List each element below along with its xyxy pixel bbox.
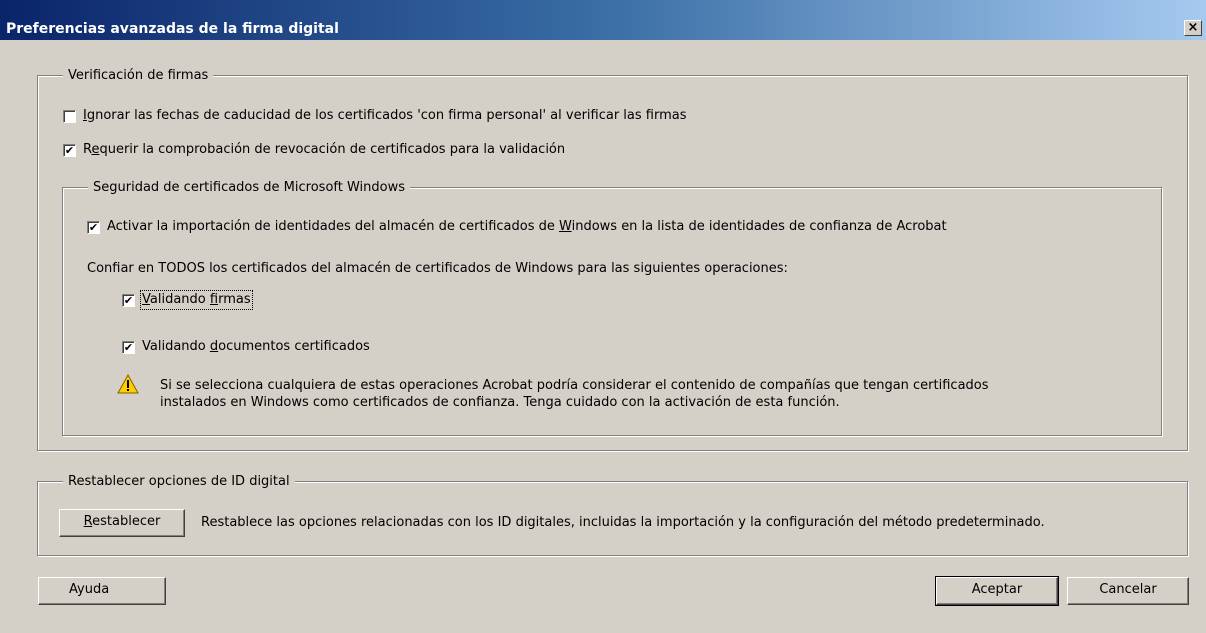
warning-text: Si se selecciona cualquiera de estas ope… (160, 377, 1160, 411)
validating-documents-check[interactable]: ✔ (122, 340, 135, 354)
require-revocation-check[interactable]: ✔ (63, 143, 76, 157)
require-revocation-checkbox[interactable]: ✔ Requerir la comprobación de revocación… (63, 142, 565, 158)
help-button[interactable]: Ayuda (38, 577, 166, 605)
import-identities-checkbox[interactable]: ✔ Activar la importación de identidades … (87, 219, 947, 235)
ignore-expiry-text: gnorar las fechas de caducidad de los ce… (86, 108, 687, 123)
ignore-expiry-check[interactable] (63, 109, 76, 123)
windows-security-legend: Seguridad de certificados de Microsoft W… (88, 180, 410, 196)
ignore-expiry-label: Ignorar las fechas de caducidad de los c… (83, 108, 687, 124)
validating-documents-label: Validando documentos certificados (142, 339, 370, 355)
validating-signatures-mnemonic2: f (209, 292, 219, 307)
reset-button-text: establecer (92, 514, 161, 529)
cancel-button[interactable]: Cancelar (1067, 577, 1189, 605)
validating-signatures-text: irmas (218, 292, 251, 307)
validating-documents-mnemonic: d (209, 339, 219, 354)
import-identities-check[interactable]: ✔ (87, 220, 100, 234)
validating-documents-checkbox[interactable]: ✔ Validando documentos certificados (122, 339, 370, 355)
validating-documents-pre: Validando (142, 339, 210, 354)
validating-signatures-mid: alidando (149, 292, 210, 307)
validating-signatures-label: Validando firmas (140, 290, 253, 310)
reset-legend: Restablecer opciones de ID digital (63, 474, 295, 490)
validating-signatures-check[interactable]: ✔ (122, 293, 135, 307)
warning-line-2: instalados en Windows como certificados … (160, 395, 840, 410)
trust-all-text: Confiar en TODOS los certificados del al… (87, 261, 788, 276)
import-identities-text: indows en la lista de identidades de con… (571, 219, 947, 234)
import-identities-pre: Activar la importación de identidades de… (107, 219, 560, 234)
validating-signatures-mnemonic: V (142, 292, 150, 307)
ignore-expiry-checkbox[interactable]: Ignorar las fechas de caducidad de los c… (63, 108, 687, 124)
require-revocation-text: querir la comprobación de revocación de … (99, 142, 566, 157)
validating-signatures-checkbox[interactable]: ✔ Validando firmas (122, 290, 253, 310)
window-title: Preferencias avanzadas de la firma digit… (6, 21, 339, 37)
title-bar[interactable]: Preferencias avanzadas de la firma digit… (0, 0, 1206, 40)
close-icon[interactable]: × (1184, 20, 1202, 36)
require-revocation-label: Requerir la comprobación de revocación d… (83, 142, 565, 158)
warning-line-1: Si se selecciona cualquiera de estas ope… (160, 378, 989, 393)
reset-description: Restablece las opciones relacionadas con… (201, 515, 1045, 530)
import-identities-mnemonic: W (559, 219, 572, 234)
reset-button[interactable]: Restablecer (59, 509, 185, 537)
import-identities-label: Activar la importación de identidades de… (107, 219, 947, 235)
validating-documents-text: ocumentos certificados (218, 339, 370, 354)
reset-button-mnemonic: R (83, 514, 93, 529)
ok-button[interactable]: Aceptar (935, 576, 1059, 606)
verification-legend: Verificación de firmas (63, 68, 214, 84)
warning-triangle-icon (117, 374, 139, 394)
